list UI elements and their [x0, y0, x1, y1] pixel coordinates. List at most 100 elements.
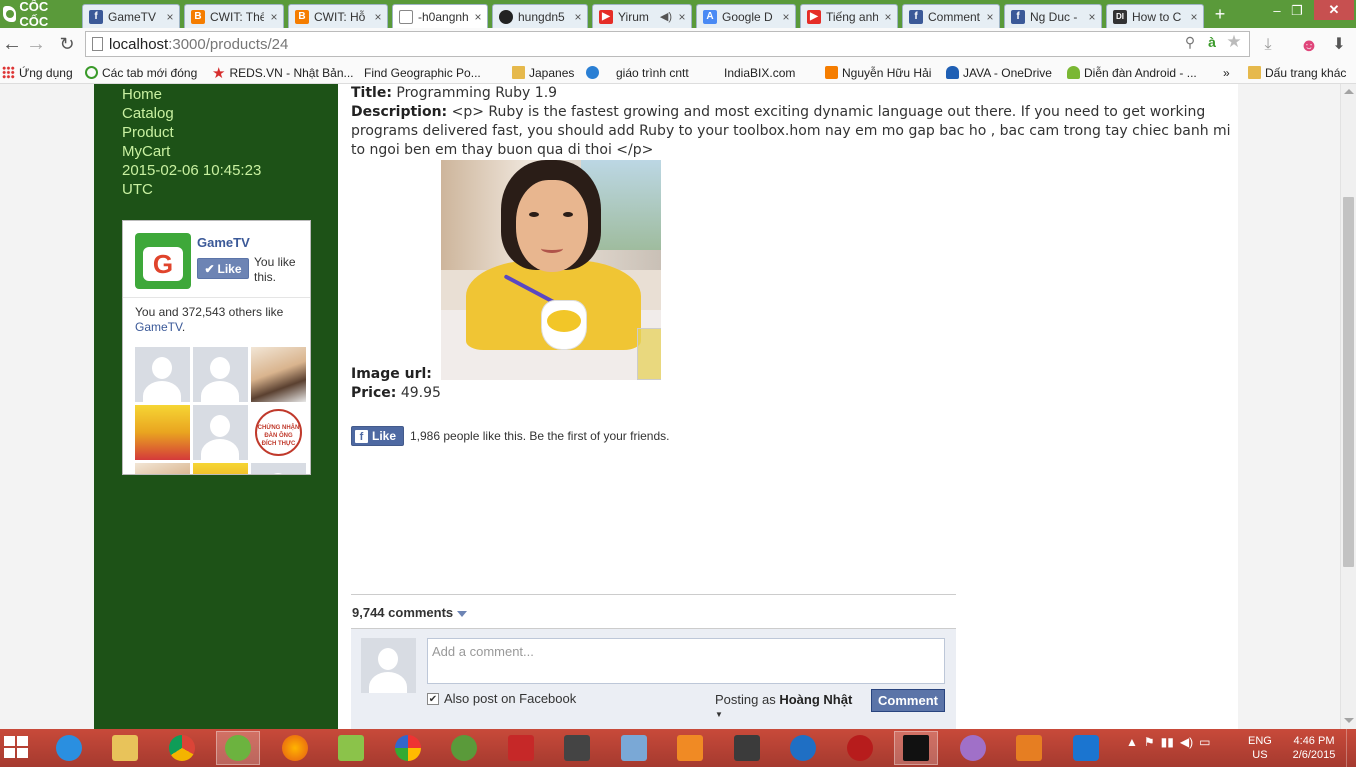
- battery-icon[interactable]: ▭: [1199, 735, 1210, 749]
- address-bar[interactable]: localhost:3000/products/24: [85, 31, 1250, 57]
- scroll-thumb[interactable]: [1343, 197, 1354, 567]
- vietnamese-input-icon[interactable]: à: [1203, 33, 1221, 51]
- fan-avatar[interactable]: [135, 405, 190, 460]
- fan-avatar[interactable]: [135, 347, 190, 402]
- taskbar-coccoc[interactable]: [216, 731, 260, 765]
- tab-close-icon[interactable]: ×: [473, 10, 483, 24]
- network-icon[interactable]: ▮▮: [1161, 735, 1174, 749]
- tab-close-icon[interactable]: ×: [677, 10, 687, 24]
- fb-page-name[interactable]: GameTV: [197, 235, 250, 250]
- volume-icon[interactable]: ◀): [1180, 735, 1193, 749]
- tab-how-to[interactable]: DI How to C ×: [1106, 4, 1204, 28]
- taskbar-explorer[interactable]: [103, 731, 147, 765]
- nav-catalog-link[interactable]: Catalog: [122, 104, 261, 123]
- taskbar-chrome[interactable]: [160, 731, 204, 765]
- tab-gametv[interactable]: f GameTV ×: [82, 4, 180, 28]
- taskbar-ie[interactable]: [47, 731, 91, 765]
- tab-comment[interactable]: f Comment ×: [902, 4, 1000, 28]
- posting-as-name[interactable]: Hoàng Nhật: [779, 692, 852, 707]
- gametv-logo[interactable]: G: [135, 233, 191, 289]
- tab-close-icon[interactable]: ×: [269, 10, 279, 24]
- bookmark-recent-tabs[interactable]: Các tab mới đóng: [85, 64, 197, 81]
- taskbar-virtualbox[interactable]: [612, 731, 656, 765]
- taskbar-clock[interactable]: 4:46 PM 2/6/2015: [1288, 734, 1340, 762]
- bookmark-other[interactable]: Dấu trang khác: [1248, 64, 1346, 81]
- profile-avatar-icon[interactable]: ☻: [1298, 34, 1320, 56]
- tab-github[interactable]: hungdn5 ×: [492, 4, 588, 28]
- tab-close-icon[interactable]: ×: [883, 10, 893, 24]
- taskbar-sublime[interactable]: [725, 731, 769, 765]
- taskbar-messenger[interactable]: [951, 731, 995, 765]
- comment-input[interactable]: Add a comment...: [427, 638, 945, 684]
- new-tab-button[interactable]: +: [1210, 5, 1230, 23]
- bookmark-nguyen-huu-hai[interactable]: Nguyễn Hữu Hải: [825, 64, 931, 81]
- scroll-down-icon[interactable]: [1344, 718, 1354, 723]
- browser-brand[interactable]: CỐC CỐC: [0, 0, 78, 29]
- nav-mycart-link[interactable]: MyCart: [122, 142, 261, 161]
- tab-ng-duc[interactable]: f Ng Duc - ×: [1004, 4, 1102, 28]
- bookmark-android-forum[interactable]: Diễn đàn Android - ...: [1067, 64, 1197, 81]
- tab-close-icon[interactable]: ×: [985, 10, 995, 24]
- tab-yiruma[interactable]: ▶ Yirum ◀) ×: [592, 4, 692, 28]
- fan-avatar[interactable]: [193, 347, 248, 402]
- bookmark-giao-trinh[interactable]: giáo trình cntt: [616, 64, 689, 161]
- taskbar-cmd[interactable]: [894, 731, 938, 765]
- bookmark-java-onedrive[interactable]: JAVA - OneDrive: [946, 64, 1052, 81]
- comment-submit-button[interactable]: Comment: [871, 689, 945, 712]
- nav-product-link[interactable]: Product: [122, 123, 261, 142]
- fan-avatar[interactable]: [135, 463, 190, 474]
- fan-avatar[interactable]: [251, 347, 306, 402]
- taskbar-notepadpp[interactable]: [329, 731, 373, 765]
- tab-cwit-the[interactable]: B CWIT: Thế ×: [184, 4, 284, 28]
- taskbar-app[interactable]: [838, 731, 882, 765]
- also-post-checkbox[interactable]: ✔: [427, 692, 439, 705]
- fan-avatar[interactable]: [193, 405, 248, 460]
- scroll-up-icon[interactable]: [1344, 89, 1354, 94]
- reload-button[interactable]: ↻: [55, 32, 79, 56]
- fb-page-like-button[interactable]: ✔ Like: [197, 258, 249, 279]
- tab-google-docs[interactable]: A Google D ×: [696, 4, 796, 28]
- tab-cwit-ho[interactable]: B CWIT: Hỗ ×: [288, 4, 388, 28]
- taskbar-media-player[interactable]: [668, 731, 712, 765]
- window-close-button[interactable]: ✕: [1314, 0, 1354, 20]
- fb-others-page-link[interactable]: GameTV: [135, 320, 182, 334]
- back-button[interactable]: ←: [0, 32, 24, 56]
- download-icon[interactable]: ⤓: [1257, 34, 1279, 56]
- show-desktop-button[interactable]: [1346, 729, 1356, 767]
- tab-close-icon[interactable]: ×: [573, 10, 583, 24]
- tab-close-icon[interactable]: ×: [781, 10, 791, 24]
- tab-tieng-anh[interactable]: ▶ Tiếng anh ×: [800, 4, 898, 28]
- nav-home-link[interactable]: Home: [122, 85, 261, 104]
- posting-as-dropdown-icon[interactable]: ▼: [715, 710, 723, 719]
- taskbar-pdf[interactable]: [1007, 731, 1051, 765]
- bookmark-star-icon[interactable]: ★: [1225, 33, 1243, 51]
- forward-button[interactable]: →: [24, 32, 48, 56]
- menu-icon[interactable]: ⬇: [1328, 34, 1350, 56]
- bookmarks-overflow-button[interactable]: »: [1223, 64, 1230, 81]
- bookmark-ie[interactable]: [586, 64, 599, 81]
- tab-close-icon[interactable]: ×: [165, 10, 175, 24]
- bookmark-reds[interactable]: ★ REDS.VN - Nhật Bản...: [212, 64, 354, 82]
- bookmark-japanes[interactable]: Japanes: [512, 64, 574, 81]
- tab-close-icon[interactable]: ×: [1189, 10, 1199, 24]
- taskbar-filezilla[interactable]: [499, 731, 543, 765]
- page-scrollbar[interactable]: [1340, 84, 1356, 729]
- start-button[interactable]: [4, 736, 30, 760]
- taskbar-picasa[interactable]: [386, 731, 430, 765]
- tray-expand-icon[interactable]: ▲: [1126, 735, 1138, 749]
- taskbar-wmp[interactable]: [781, 731, 825, 765]
- bookmark-apps[interactable]: Ứng dụng: [2, 64, 73, 81]
- comments-count[interactable]: 9,744 comments: [352, 605, 468, 620]
- tab-close-icon[interactable]: ×: [1087, 10, 1097, 24]
- bookmark-geographic[interactable]: Find Geographic Po...: [364, 64, 481, 161]
- action-center-icon[interactable]: ⚑: [1144, 735, 1155, 749]
- taskbar-game[interactable]: [555, 731, 599, 765]
- fan-avatar[interactable]: CHỨNG NHẬN ĐÀN ÔNG ĐÍCH THỰC: [251, 405, 306, 460]
- also-post-facebook[interactable]: ✔ Also post on Facebook: [427, 691, 576, 706]
- zoom-icon[interactable]: ⚲: [1181, 33, 1199, 51]
- fan-avatar[interactable]: [193, 463, 248, 474]
- taskbar-firefox[interactable]: [273, 731, 317, 765]
- taskbar-teamviewer[interactable]: [1064, 731, 1108, 765]
- tab-close-icon[interactable]: ×: [373, 10, 383, 24]
- taskbar-evernote[interactable]: [442, 731, 486, 765]
